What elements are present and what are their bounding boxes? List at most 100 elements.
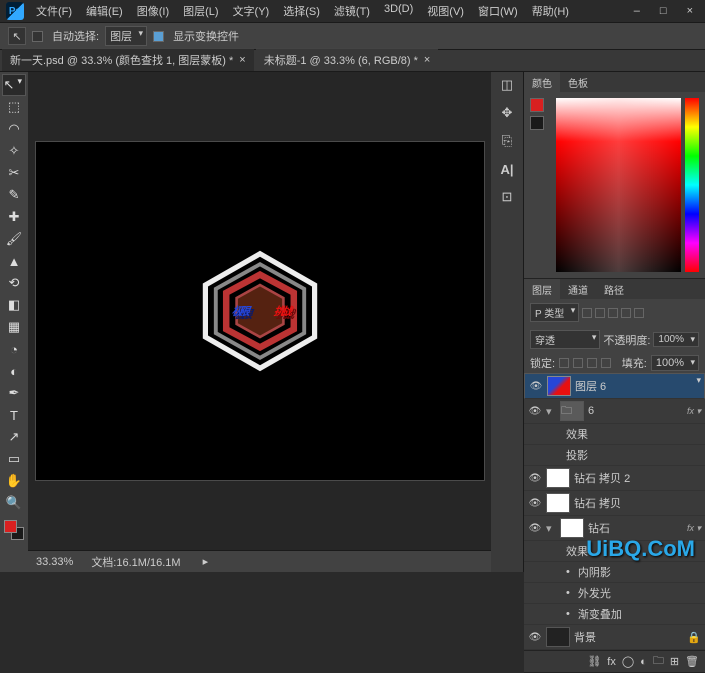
mask-icon[interactable]: ◯	[622, 655, 634, 668]
layer-effect-item[interactable]: 投影	[524, 445, 705, 466]
show-transform-checkbox[interactable]	[153, 31, 164, 42]
close-icon[interactable]: ×	[424, 54, 430, 66]
lasso-tool[interactable]: ◠	[2, 118, 26, 140]
type-tool[interactable]: T	[2, 404, 26, 426]
pen-tool[interactable]: ✒	[2, 382, 26, 404]
color-swatch[interactable]	[4, 520, 24, 540]
autoselect-target-select[interactable]: 图层	[105, 26, 147, 46]
paths-tab[interactable]: 路径	[596, 279, 632, 300]
layer-row[interactable]: 👁 钻石 拷贝 2	[524, 466, 705, 491]
group-icon[interactable]: 🗀	[653, 652, 664, 671]
layer-row[interactable]: 👁背景🔒	[524, 625, 705, 650]
history-brush-tool[interactable]: ⟲	[2, 272, 26, 294]
panel-icon-paragraph[interactable]: ⎘	[498, 132, 516, 150]
move-tool[interactable]: ↖	[2, 74, 26, 96]
layer-filter-select[interactable]: P 类型	[530, 303, 579, 322]
expand-icon[interactable]: ▾	[546, 522, 556, 535]
stamp-tool[interactable]: ▲	[2, 250, 26, 272]
minimize-button[interactable]: –	[628, 3, 646, 19]
eraser-tool[interactable]: ◧	[2, 294, 26, 316]
gradient-tool[interactable]: ▦	[2, 316, 26, 338]
layer-effect-item[interactable]: 效果	[524, 424, 705, 445]
hue-slider[interactable]	[685, 98, 699, 272]
visibility-icon[interactable]: 👁	[528, 521, 542, 535]
heal-tool[interactable]: ✚	[2, 206, 26, 228]
color-tab[interactable]: 颜色	[524, 72, 560, 93]
menu-type[interactable]: 文字(Y)	[227, 0, 276, 22]
eyedropper-tool[interactable]: ✎	[2, 184, 26, 206]
menu-edit[interactable]: 编辑(E)	[80, 0, 129, 22]
adjustment-icon[interactable]: ◐	[640, 656, 647, 668]
menu-view[interactable]: 视图(V)	[421, 0, 470, 22]
lock-transparency-icon[interactable]	[559, 358, 569, 368]
zoom-tool[interactable]: 🔍	[2, 492, 26, 514]
menu-3d[interactable]: 3D(D)	[378, 0, 419, 22]
blur-tool[interactable]: ◔	[2, 338, 26, 360]
color-field[interactable]	[556, 98, 681, 272]
lock-all-icon[interactable]	[601, 358, 611, 368]
visibility-icon[interactable]: 👁	[528, 471, 542, 485]
close-icon[interactable]: ×	[239, 54, 245, 66]
fx-badge[interactable]: fx ▾	[687, 523, 701, 534]
swatches-tab[interactable]: 色板	[560, 72, 596, 93]
layer-effect-item[interactable]: •渐变叠加	[524, 604, 705, 625]
visibility-icon[interactable]: 👁	[528, 404, 542, 418]
layers-tab[interactable]: 图层	[524, 279, 560, 300]
panel-icon-character[interactable]: ✥	[498, 104, 516, 122]
crop-tool[interactable]: ✂	[2, 162, 26, 184]
fx-icon[interactable]: fx	[607, 656, 616, 668]
zoom-level[interactable]: 33.33%	[36, 556, 73, 568]
dodge-tool[interactable]: ◐	[2, 360, 26, 382]
fill-input[interactable]: 100%	[651, 355, 699, 371]
visibility-icon[interactable]: 👁	[528, 496, 542, 510]
shape-tool[interactable]: ▭	[2, 448, 26, 470]
layer-name[interactable]: 钻石 拷贝	[574, 495, 701, 511]
channels-tab[interactable]: 通道	[560, 279, 596, 300]
close-button[interactable]: ×	[681, 3, 699, 19]
filter-icon[interactable]	[608, 308, 618, 318]
new-layer-icon[interactable]: ⊞	[670, 655, 679, 668]
move-tool-icon[interactable]: ↖	[8, 27, 26, 45]
doc-tab-1[interactable]: 新一天.psd @ 33.3% (颜色查找 1, 图层蒙板) *×	[2, 48, 254, 71]
lock-paint-icon[interactable]	[573, 358, 583, 368]
menu-layer[interactable]: 图层(L)	[177, 0, 224, 22]
layer-list[interactable]: 👁图层 6👁▾🗀6fx ▾效果投影👁钻石 拷贝 2👁钻石 拷贝👁▾钻石fx ▾效…	[524, 373, 705, 650]
hand-tool[interactable]: ✋	[2, 470, 26, 492]
blend-mode-select[interactable]: 穿透	[530, 330, 600, 349]
filter-icon[interactable]	[582, 308, 592, 318]
layer-row[interactable]: 👁 图层 6	[524, 373, 705, 399]
mini-fg[interactable]	[530, 98, 544, 112]
layer-name[interactable]: 6	[588, 405, 683, 417]
layer-name[interactable]: 背景	[574, 629, 683, 645]
layer-effect-item[interactable]: •外发光	[524, 583, 705, 604]
filter-icon[interactable]	[621, 308, 631, 318]
visibility-icon[interactable]: 👁	[529, 379, 543, 393]
canvas[interactable]: 极限 挑战	[28, 72, 491, 550]
link-layers-icon[interactable]: ⛓	[587, 655, 601, 668]
layer-name[interactable]: 图层 6	[575, 378, 700, 394]
brush-tool[interactable]: 🖌	[2, 228, 26, 250]
lock-move-icon[interactable]	[587, 358, 597, 368]
mini-bg[interactable]	[530, 116, 544, 130]
menu-window[interactable]: 窗口(W)	[472, 0, 524, 22]
menu-file[interactable]: 文件(F)	[30, 0, 78, 22]
menu-help[interactable]: 帮助(H)	[526, 0, 575, 22]
menu-select[interactable]: 选择(S)	[277, 0, 326, 22]
autoselect-checkbox[interactable]	[32, 31, 43, 42]
foreground-color[interactable]	[4, 520, 17, 533]
layer-row[interactable]: 👁 钻石 拷贝	[524, 491, 705, 516]
expand-icon[interactable]: ▾	[546, 405, 556, 418]
layer-row[interactable]: 👁▾🗀6fx ▾	[524, 399, 705, 424]
layer-name[interactable]: 钻石	[588, 520, 683, 536]
doc-tab-2[interactable]: 未标题-1 @ 33.3% (6, RGB/8) *×	[256, 48, 439, 71]
layer-effect-item[interactable]: •内阴影	[524, 562, 705, 583]
menu-image[interactable]: 图像(I)	[131, 0, 175, 22]
layer-name[interactable]: 钻石 拷贝 2	[574, 470, 701, 486]
fx-badge[interactable]: fx ▾	[687, 406, 701, 417]
panel-icon-type[interactable]: A|	[498, 160, 516, 178]
filter-icon[interactable]	[595, 308, 605, 318]
maximize-button[interactable]: □	[654, 3, 673, 19]
filter-icon[interactable]	[634, 308, 644, 318]
opacity-input[interactable]: 100%	[653, 332, 699, 347]
marquee-tool[interactable]: ⬚	[2, 96, 26, 118]
